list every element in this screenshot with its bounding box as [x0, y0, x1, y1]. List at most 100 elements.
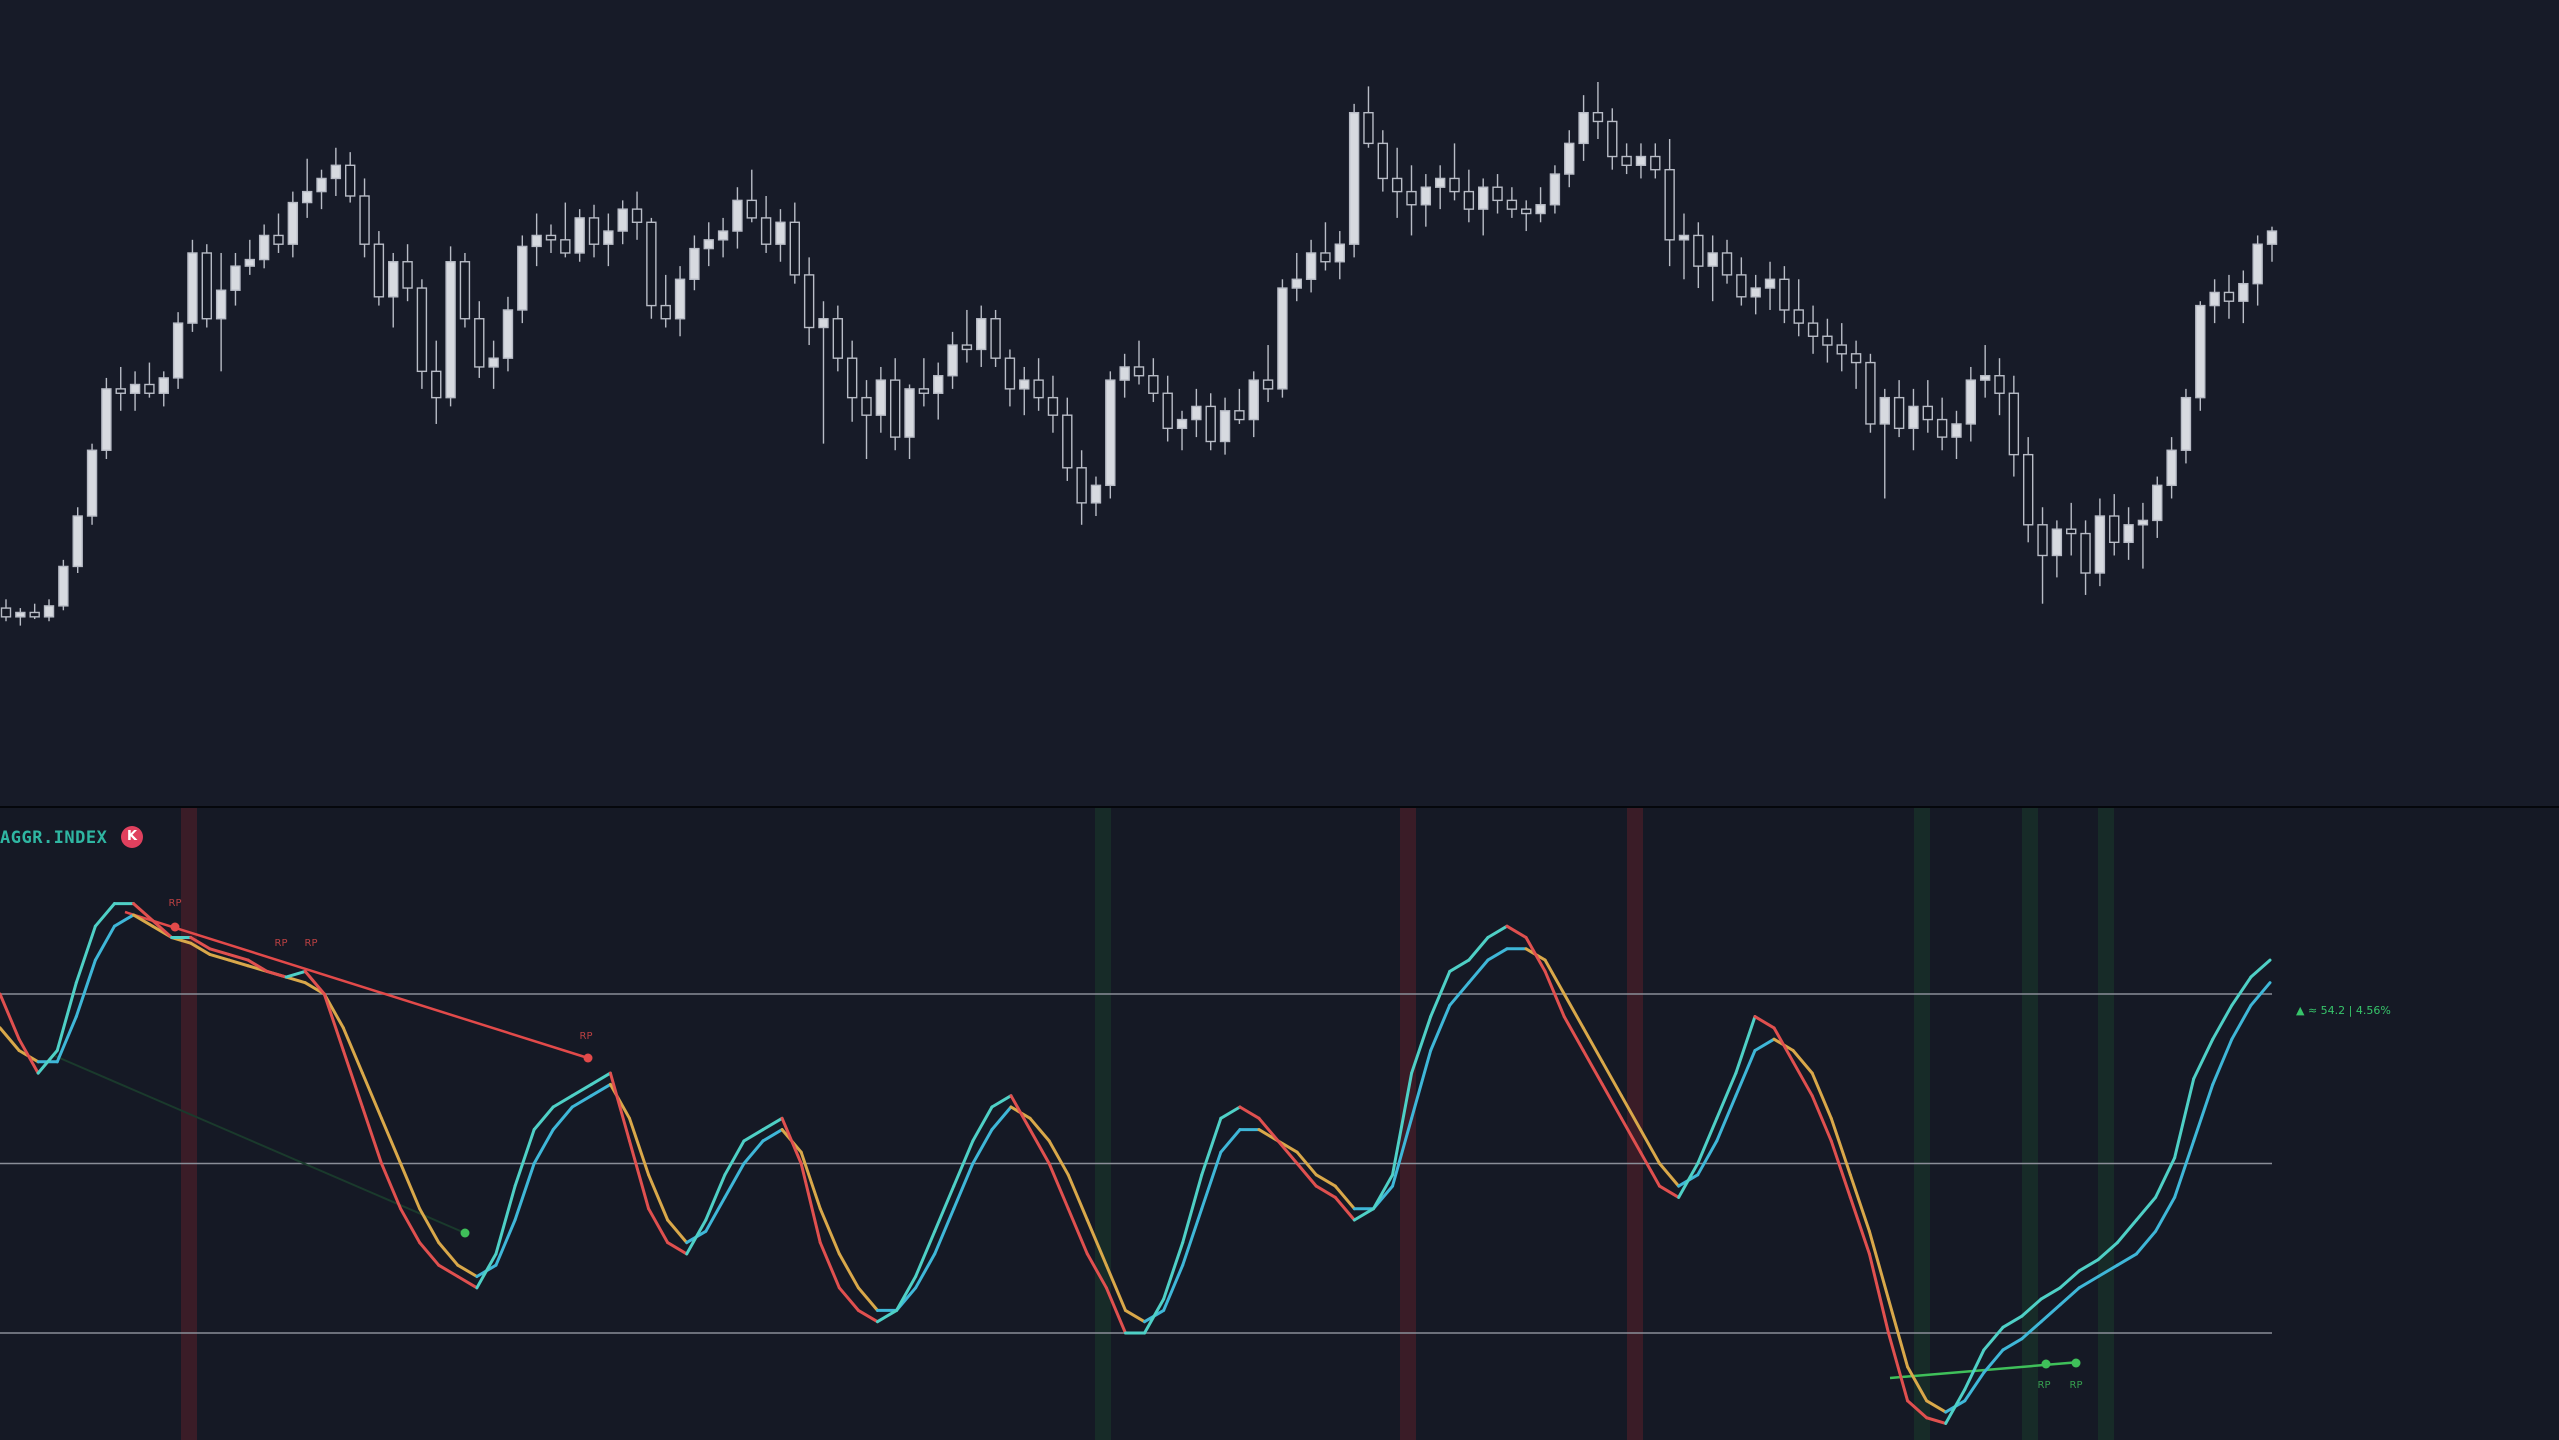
fast-line-segment — [284, 969, 307, 979]
candle-body — [1434, 177, 1446, 188]
candle-body — [560, 239, 571, 254]
candle-body — [86, 449, 98, 517]
candle-body — [1836, 344, 1847, 355]
fast-line-segment — [1810, 1094, 1833, 1143]
candle-body — [1764, 278, 1776, 289]
candle-body — [517, 245, 528, 311]
rp-label: RP — [580, 1031, 593, 1042]
rp-label: RP — [275, 938, 288, 949]
fast-line-segment — [666, 1241, 689, 1256]
candle-body — [1219, 410, 1231, 443]
slow-line-segment — [2077, 1275, 2100, 1290]
candle-body — [2080, 532, 2091, 574]
candle-body — [1893, 396, 1905, 430]
candle-body — [1133, 366, 1145, 377]
fast-line-segment — [208, 947, 231, 956]
candle-body — [2051, 528, 2063, 557]
candle-body — [402, 261, 413, 289]
candle-body — [660, 304, 671, 320]
hidden-divergence-line — [54, 1055, 466, 1234]
candle-body — [861, 396, 872, 416]
candle-body — [1291, 278, 1302, 289]
rp-label: RP — [305, 938, 318, 949]
chart-canvas[interactable]: RP RP RP RP RP RP — [0, 0, 2559, 1440]
signal-zone — [2098, 808, 2114, 1440]
rp-label: RP — [2038, 1380, 2051, 1391]
candle-body — [301, 190, 313, 204]
slow-line-segment — [589, 1082, 612, 1098]
candle-body — [545, 234, 557, 241]
fast-line-segment — [1028, 1128, 1051, 1165]
candle-body — [373, 243, 385, 298]
signal-zone — [1627, 808, 1643, 1440]
candle-body — [158, 377, 169, 394]
candle-body — [2022, 453, 2034, 526]
fast-line-segment — [532, 1105, 555, 1132]
candle-body — [388, 261, 399, 298]
fast-line-segment — [1448, 958, 1471, 973]
candle-body — [2066, 528, 2077, 535]
candle-body — [1377, 142, 1389, 180]
candle-body — [1205, 405, 1216, 443]
candle-body — [1994, 375, 2005, 394]
fast-line-segment — [933, 1184, 956, 1233]
fast-line-segment — [1143, 1297, 1166, 1335]
slow-line-segment — [1123, 1308, 1147, 1324]
candle-body — [1578, 111, 1589, 145]
fast-line-segment — [685, 1218, 708, 1256]
slow-line-segment — [2192, 1082, 2215, 1143]
fast-line-segment — [418, 1241, 441, 1267]
fast-line-segment — [780, 1116, 803, 1165]
candle-body — [1607, 120, 1618, 158]
slow-line-segment — [2058, 1286, 2081, 1307]
candle-body — [1979, 375, 1991, 381]
candle-body — [2266, 230, 2278, 245]
fast-line-segment — [761, 1116, 784, 1132]
candle-body — [187, 252, 198, 324]
candle-body — [215, 289, 227, 320]
fast-line-segment — [513, 1128, 536, 1188]
candle-body — [1334, 243, 1345, 263]
candle-body — [803, 274, 815, 329]
candle-body — [1420, 186, 1432, 206]
candle-body — [889, 379, 901, 438]
slow-line-segment — [2211, 1037, 2234, 1086]
candle-body — [2152, 484, 2163, 522]
candle-body — [1635, 155, 1647, 166]
fast-line-segment — [570, 1082, 593, 1098]
divergence-point — [583, 1053, 593, 1063]
candle-body — [1951, 423, 1962, 438]
fast-line-segment — [1314, 1184, 1337, 1199]
candle-body — [101, 388, 112, 451]
candle-body — [1549, 173, 1561, 206]
candle-body — [29, 611, 40, 618]
candle-body — [990, 318, 1001, 359]
slow-line-segment — [418, 1207, 441, 1245]
fast-line-segment — [1009, 1094, 1032, 1132]
slow-line-segment — [1810, 1071, 1833, 1120]
candle-body — [617, 208, 628, 232]
candle-body — [1191, 405, 1202, 421]
signal-zone — [2022, 808, 2038, 1440]
candle-body — [2123, 524, 2134, 544]
candle-body — [1090, 484, 1102, 504]
fast-line-segment — [2039, 1286, 2062, 1301]
candle-body — [574, 217, 585, 254]
slow-line-segment — [1486, 947, 1509, 962]
candle-body — [1736, 274, 1747, 298]
fast-line-segment — [742, 1128, 765, 1143]
candle-body — [1779, 278, 1790, 311]
candle-body — [431, 370, 442, 399]
candle-body — [2037, 524, 2048, 557]
candle-body — [717, 230, 729, 241]
candle-body — [2195, 304, 2206, 399]
fast-line-segment — [265, 969, 288, 979]
candle-body — [1965, 379, 1977, 425]
last-value-label: ▲ ≈ 54.2 | 4.56% — [2296, 1004, 2391, 1017]
candle-body — [1277, 287, 1288, 390]
fast-line-segment — [608, 1071, 631, 1143]
candle-body — [933, 375, 944, 394]
candle-body — [1320, 252, 1331, 263]
slow-line-segment — [1658, 1162, 1681, 1188]
indicator-badge[interactable]: K — [121, 826, 143, 848]
